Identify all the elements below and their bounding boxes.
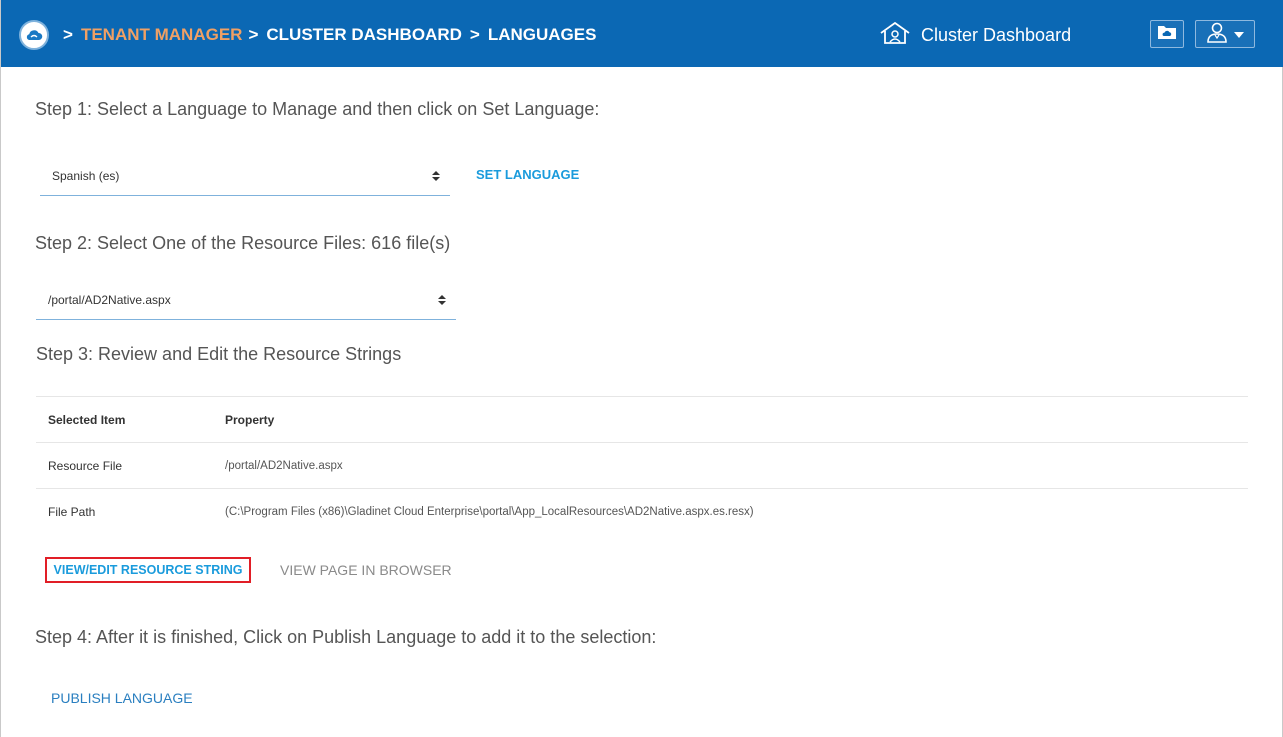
set-language-button[interactable]: SET LANGUAGE: [476, 167, 579, 182]
breadcrumb-tenant-manager[interactable]: TENANT MANAGER: [81, 25, 243, 45]
language-select[interactable]: Spanish (es): [40, 156, 450, 196]
step3-label: Step 3: Review and Edit the Resource Str…: [36, 344, 402, 364]
table-header-row: Selected Item Property: [36, 396, 1248, 443]
view-edit-resource-string-button[interactable]: VIEW/EDIT RESOURCE STRING: [45, 557, 251, 583]
table-cell: File Path: [36, 488, 213, 535]
cluster-dashboard-label: Cluster Dashboard: [921, 24, 1072, 45]
resource-file-select[interactable]: /portal/AD2Native.aspx: [36, 280, 456, 320]
table-cell: /portal/AD2Native.aspx: [213, 442, 1248, 489]
publish-language-button[interactable]: PUBLISH LANGUAGE: [51, 690, 193, 706]
breadcrumb-separator: >: [469, 25, 480, 44]
breadcrumb-cluster-dashboard[interactable]: CLUSTER DASHBOARD: [266, 25, 462, 45]
cloud-folder-icon: [1157, 24, 1177, 45]
column-header-property: Property: [213, 396, 1248, 443]
step1-label: Step 1: Select a Language to Manage and …: [35, 99, 600, 119]
breadcrumb: > TENANT MANAGER > CLUSTER DASHBOARD > L…: [63, 24, 596, 46]
table-row: Resource File /portal/AD2Native.aspx: [36, 442, 1248, 489]
select-arrows-icon: [432, 170, 440, 181]
user-menu-button[interactable]: [1195, 20, 1255, 48]
cluster-dashboard-link[interactable]: Cluster Dashboard: [879, 21, 1072, 50]
language-select-value: Spanish (es): [52, 168, 120, 183]
table-cell: Resource File: [36, 442, 213, 489]
house-user-icon: [879, 21, 911, 50]
caret-down-icon: [1234, 25, 1244, 43]
table-row: File Path (C:\Program Files (x86)\Gladin…: [36, 488, 1248, 535]
breadcrumb-separator: >: [63, 25, 73, 44]
resource-file-select-value: /portal/AD2Native.aspx: [48, 292, 171, 307]
folder-button[interactable]: [1150, 20, 1184, 48]
breadcrumb-separator: >: [248, 25, 259, 44]
column-header-selected-item: Selected Item: [36, 396, 213, 443]
table-cell: (C:\Program Files (x86)\Gladinet Cloud E…: [213, 488, 1248, 535]
app-frame: > TENANT MANAGER > CLUSTER DASHBOARD > L…: [0, 0, 1283, 737]
breadcrumb-current-languages: LANGUAGES: [487, 25, 597, 44]
select-arrows-icon: [438, 294, 446, 305]
user-icon: [1206, 21, 1228, 48]
top-bar: > TENANT MANAGER > CLUSTER DASHBOARD > L…: [1, 0, 1283, 67]
step2-label: Step 2: Select One of the Resource Files…: [35, 233, 451, 253]
view-page-in-browser-button[interactable]: VIEW PAGE IN BROWSER: [280, 562, 452, 578]
step4-label: Step 4: After it is finished, Click on P…: [35, 627, 657, 647]
cloud-logo-icon[interactable]: [19, 20, 49, 50]
resource-table: Selected Item Property Resource File /po…: [36, 396, 1248, 535]
